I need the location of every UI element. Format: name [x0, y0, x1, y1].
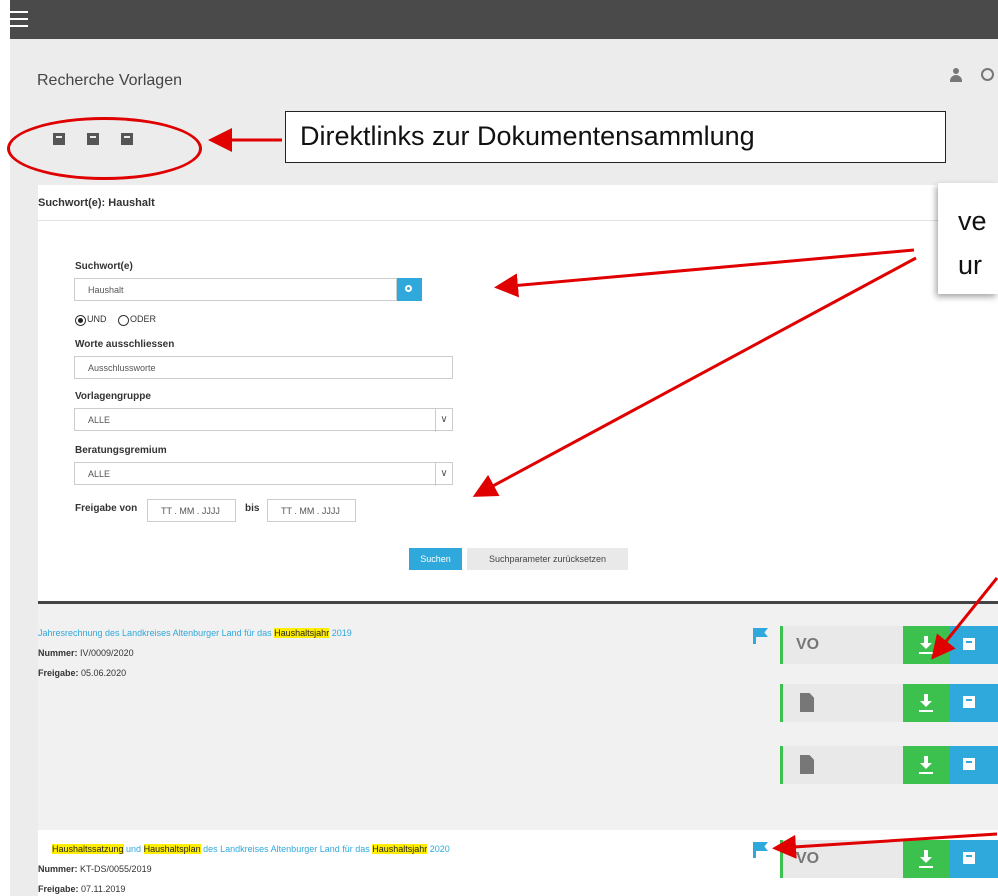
release-value: 05.06.2020: [81, 668, 127, 678]
left-gutter: [10, 604, 38, 896]
release-label: Freigabe:: [38, 884, 79, 894]
title-text: des Landkreises Altenburger Land für das: [200, 844, 373, 854]
title-highlight: Haushaltssatzung: [52, 844, 124, 854]
download-button[interactable]: [903, 746, 950, 784]
collection-icon: [963, 696, 975, 708]
exclude-label: Worte ausschliessen: [75, 339, 175, 350]
result-title-link[interactable]: Jahresrechnung des Landkreises Altenburg…: [38, 628, 352, 638]
group-select-value: ALLE: [88, 415, 111, 425]
document-row: [780, 746, 998, 784]
add-to-collection-button[interactable]: [950, 684, 998, 722]
document-row: VO: [780, 840, 998, 878]
committee-label: Beratungsgremium: [75, 445, 167, 456]
hamburger-menu-icon[interactable]: [10, 11, 28, 27]
user-icon[interactable]: [950, 68, 962, 82]
search-button[interactable]: Suchen: [409, 548, 462, 570]
add-to-collection-button[interactable]: [950, 626, 998, 664]
number-value: KT-DS/0055/2019: [80, 864, 152, 874]
result-item: Haushaltssatzung und Haushaltsplan des L…: [38, 830, 998, 896]
release-to-label: bis: [245, 503, 260, 514]
title-highlight: Haushaltsplan: [143, 844, 201, 854]
radio-und-label: UND: [87, 314, 107, 324]
release-to-input[interactable]: TT . MM . JJJJ: [267, 499, 356, 522]
annotation-right: ve ur: [938, 183, 998, 294]
collection-icon: [963, 852, 975, 864]
chevron-down-icon: ∨: [435, 463, 452, 486]
group-label: Vorlagengruppe: [75, 391, 151, 402]
chevron-down-icon: ∨: [435, 409, 452, 432]
document-row: [780, 684, 998, 722]
download-icon: [920, 850, 932, 866]
committee-select[interactable]: ALLE ∨: [74, 462, 453, 486]
number-value: IV/0009/2020: [80, 648, 134, 658]
collection-icon: [963, 758, 975, 770]
annotation-direct-links: Direktlinks zur Dokumentensammlung: [285, 111, 946, 163]
committee-select-value: ALLE: [88, 469, 111, 479]
download-button[interactable]: [903, 840, 950, 878]
radio-oder[interactable]: [118, 315, 129, 326]
title-text: Jahresrechnung des Landkreises Altenburg…: [38, 628, 275, 638]
search-icon: [405, 285, 412, 292]
radio-und[interactable]: [75, 315, 86, 326]
download-button[interactable]: [903, 626, 950, 664]
search-icon[interactable]: [981, 68, 994, 81]
document-file: [780, 746, 903, 784]
release-label: Freigabe:: [38, 668, 79, 678]
release-from-input[interactable]: TT . MM . JJJJ: [147, 499, 236, 522]
number-label: Nummer:: [38, 864, 78, 874]
file-icon: [800, 755, 814, 774]
search-summary-text: Suchwort(e): Haushalt: [38, 197, 155, 209]
document-type: VO: [780, 840, 903, 878]
download-icon: [920, 756, 932, 772]
release-value: 07.11.2019: [81, 884, 126, 894]
title-text: 2019: [329, 628, 352, 638]
keyword-input[interactable]: Haushalt: [74, 278, 397, 301]
file-icon: [800, 693, 814, 712]
title-highlight: Haushaltsjahr: [372, 844, 428, 854]
result-item: Jahresrechnung des Landkreises Altenburg…: [38, 604, 998, 830]
group-select[interactable]: ALLE ∨: [74, 408, 453, 432]
document-file: [780, 684, 903, 722]
result-release: Freigabe: 05.06.2020: [38, 668, 126, 678]
title-text: und: [123, 844, 144, 854]
collection-icon: [963, 638, 975, 650]
title-text: 2020: [427, 844, 450, 854]
keyword-label: Suchwort(e): [75, 261, 133, 272]
release-from-label: Freigabe von: [75, 503, 138, 514]
exclude-input[interactable]: Ausschlussworte: [74, 356, 453, 379]
number-label: Nummer:: [38, 648, 78, 658]
document-row: VO: [780, 626, 998, 664]
radio-oder-label: ODER: [130, 314, 157, 324]
add-to-collection-button[interactable]: [950, 746, 998, 784]
download-button[interactable]: [903, 684, 950, 722]
result-title-link[interactable]: Haushaltssatzung und Haushaltsplan des L…: [52, 844, 450, 854]
reset-button[interactable]: Suchparameter zurücksetzen: [467, 548, 628, 570]
download-icon: [920, 694, 932, 710]
result-number: Nummer: IV/0009/2020: [38, 648, 134, 658]
flag-icon[interactable]: [753, 628, 768, 644]
top-bar: [10, 0, 998, 39]
annotation-right-line1: ve: [958, 206, 987, 236]
document-type: VO: [780, 626, 903, 664]
page-title: Recherche Vorlagen: [37, 72, 182, 89]
keyword-search-button[interactable]: [397, 278, 422, 301]
title-highlight: Haushaltsjahr: [274, 628, 330, 638]
search-summary: Suchwort(e): Haushalt: [38, 185, 998, 221]
flag-icon[interactable]: [753, 842, 768, 858]
search-form-panel: Suchwort(e): Haushalt Suchwort(e) Hausha…: [38, 185, 998, 601]
result-number: Nummer: KT-DS/0055/2019: [38, 864, 152, 874]
add-to-collection-button[interactable]: [950, 840, 998, 878]
download-icon: [920, 636, 932, 652]
result-release: Freigabe: 07.11.2019: [38, 884, 125, 894]
annotation-oval: [7, 117, 202, 180]
annotation-right-line2: ur: [958, 250, 983, 280]
